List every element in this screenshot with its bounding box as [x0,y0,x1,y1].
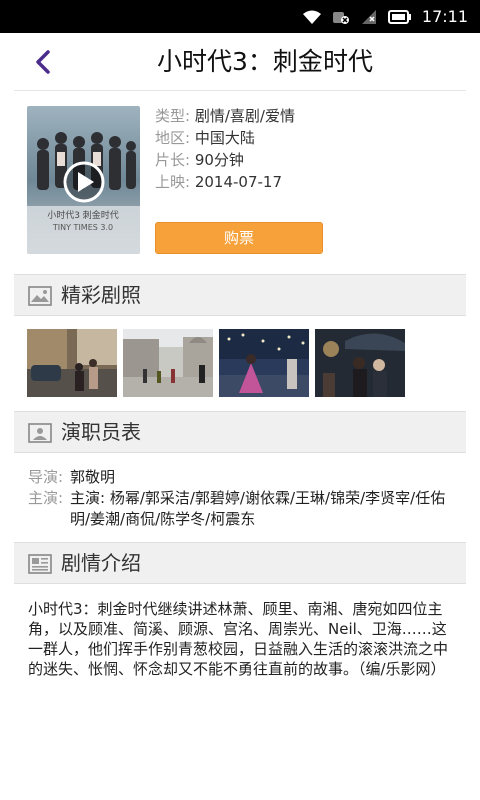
person-card-icon [28,423,52,443]
section-title: 演职员表 [61,420,141,444]
info-label: 类型: [155,107,191,125]
battery-icon [387,9,411,24]
image-icon [28,286,52,306]
director-name: 郭敬明 [70,468,116,486]
section-title: 剧情介绍 [61,551,141,575]
info-region: 地区: 中国大陆 [155,127,295,149]
section-title: 精彩剧照 [61,283,141,307]
status-icons: 17:11 [302,0,468,33]
movie-poster[interactable]: 小时代3 刺金时代 TINY TIMES 3.0 [27,106,140,254]
status-bar: 17:11 [0,0,480,33]
still-thumbnail[interactable] [219,329,309,397]
director-row: 导演: 郭敬明 [28,467,456,488]
wifi-icon [302,10,321,24]
plot-summary: 小时代3：刺金时代继续讲述林萧、顾里、南湘、唐宛如四位主角，以及顾准、简溪、顾源… [28,600,449,678]
stars-names: 主演: 杨幂/郭采洁/郭碧婷/谢依霖/王琳/锦荣/李贤宰/任佑明/姜潮/商侃/陈… [70,489,446,528]
info-release: 上映: 2014-07-17 [155,171,295,193]
info-genre: 类型: 剧情/喜剧/爱情 [155,105,295,127]
newspaper-icon [28,554,52,574]
still-thumbnail[interactable] [315,329,405,397]
page-title: 小时代3：刺金时代 [157,47,373,76]
back-button[interactable] [28,47,58,77]
stills-section-header: 精彩剧照 [14,274,466,316]
director-label: 导演: [28,468,64,486]
title-bar: 小时代3：刺金时代 [14,33,466,91]
still-thumbnail[interactable] [123,329,213,397]
movie-info: 类型: 剧情/喜剧/爱情 地区: 中国大陆 片长: 90分钟 上映: 2014-… [155,105,295,193]
info-label: 地区: [155,129,191,147]
poster-title-text: 小时代3 刺金时代 [47,209,119,221]
info-label: 上映: [155,173,191,191]
signal-icon [361,9,376,24]
info-duration: 片长: 90分钟 [155,149,295,171]
stars-row: 主演: 主演: 杨幂/郭采洁/郭碧婷/谢依霖/王琳/锦荣/李贤宰/任佑明/姜潮/… [28,488,456,530]
plot-section-header: 剧情介绍 [14,542,466,584]
info-value: 90分钟 [194,151,244,169]
stars-label: 主演: [28,489,64,507]
buy-ticket-button[interactable]: 购票 [155,222,323,254]
still-thumbnail[interactable] [27,329,117,397]
clock: 17:11 [421,7,468,26]
info-label: 片长: [155,151,191,169]
stills-gallery [27,329,405,397]
info-value: 2014-07-17 [194,173,283,191]
info-value: 剧情/喜剧/爱情 [194,107,295,125]
sync-icon [332,11,349,24]
poster-subtitle-text: TINY TIMES 3.0 [52,223,113,232]
cast-section-header: 演职员表 [14,411,466,453]
info-value: 中国大陆 [194,129,255,147]
app-frame: 小时代3：刺金时代 小时代3 刺金时代 TINY TIMES 3.0 类型: 剧… [14,33,466,800]
chevron-left-icon [36,50,50,74]
cast-list: 导演: 郭敬明 主演: 主演: 杨幂/郭采洁/郭碧婷/谢依霖/王琳/锦荣/李贤宰… [28,467,456,530]
